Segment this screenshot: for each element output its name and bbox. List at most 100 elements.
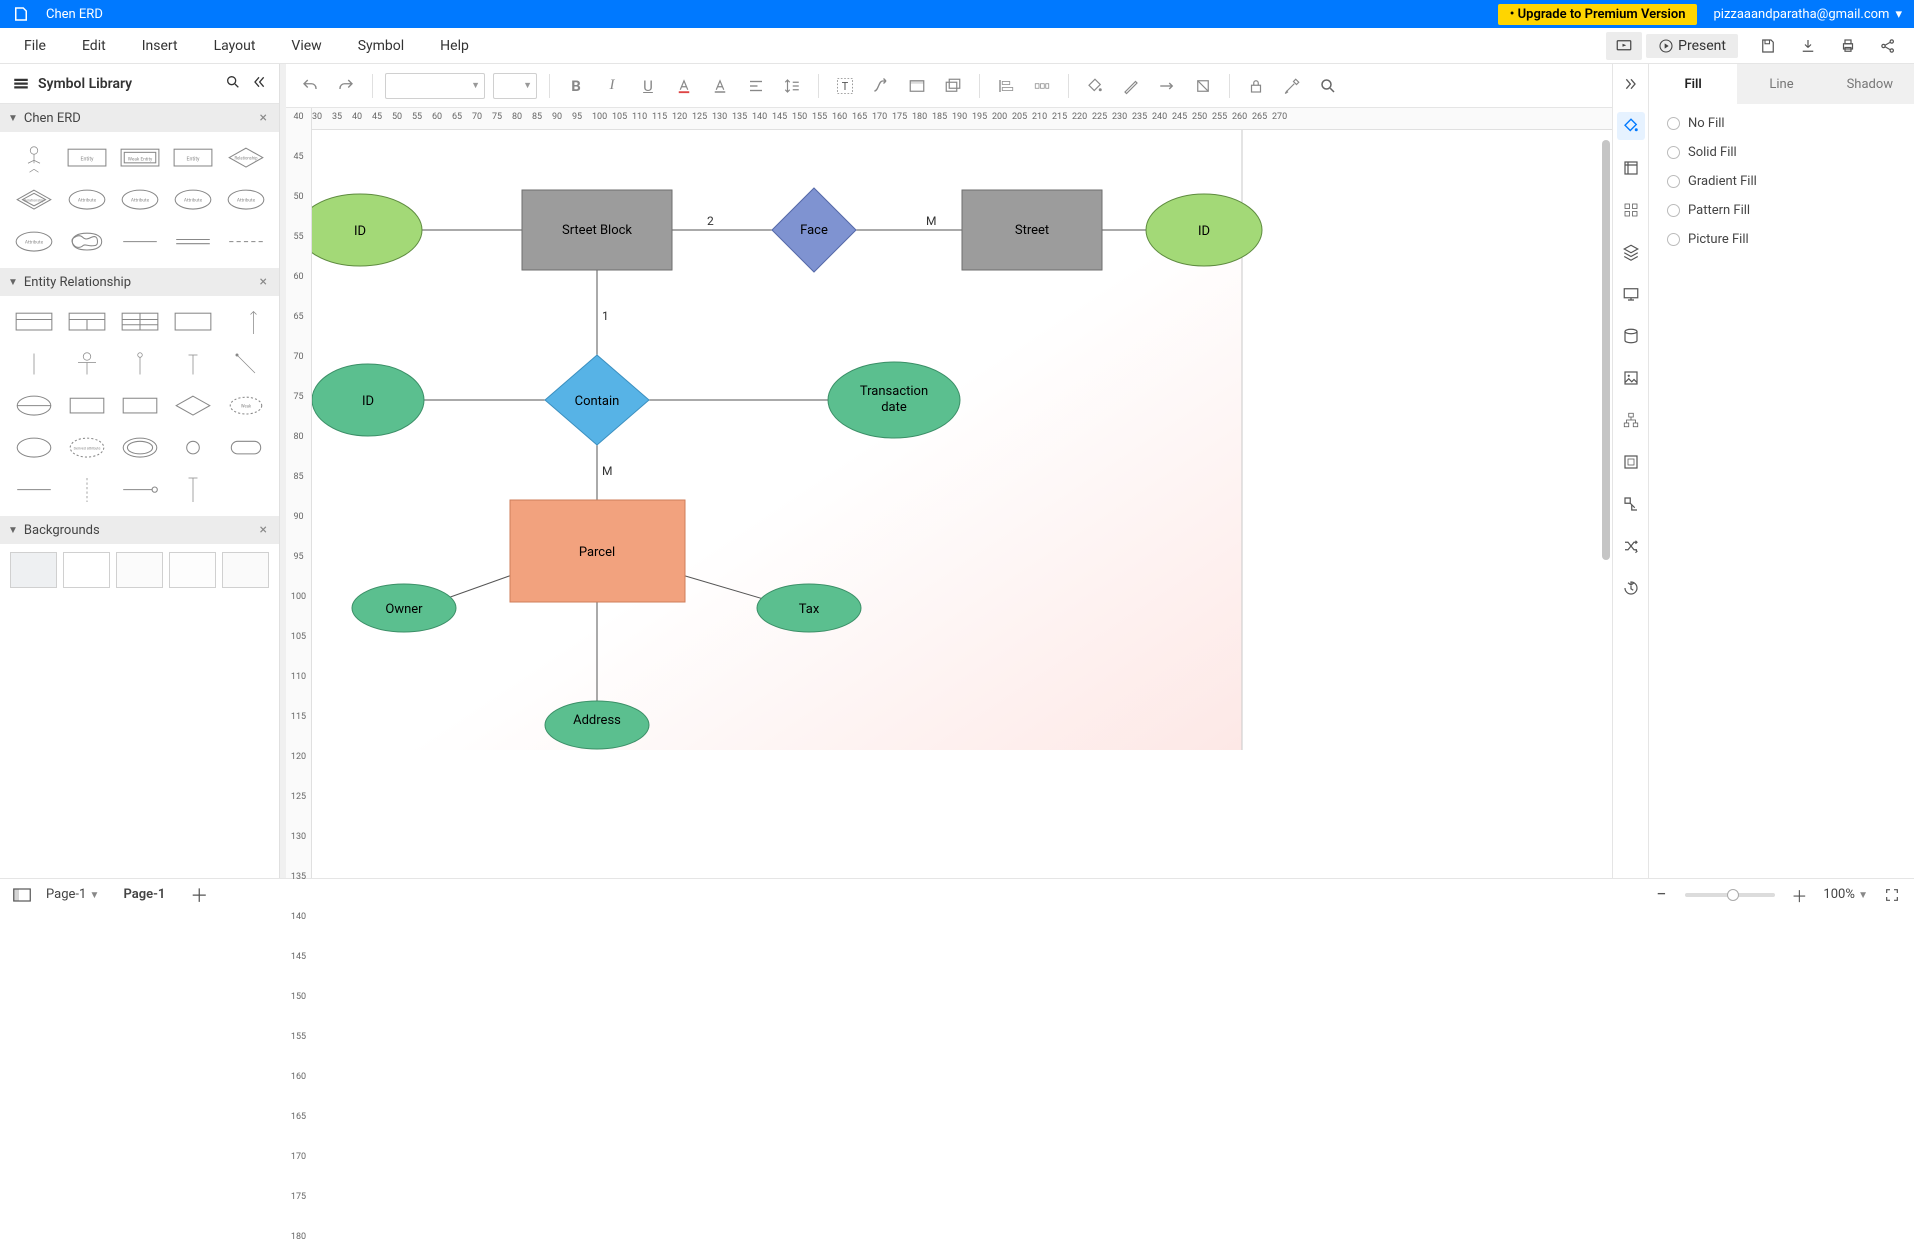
redo-button[interactable] (332, 72, 360, 100)
shape-rect-2[interactable] (116, 388, 163, 424)
shape-line-h[interactable] (10, 472, 57, 508)
undo-button[interactable] (296, 72, 324, 100)
menu-symbol[interactable]: Symbol (340, 32, 422, 60)
font-color-button[interactable] (670, 72, 698, 100)
vertical-scrollbar[interactable] (1600, 130, 1612, 878)
add-page-button[interactable]: ＋ (189, 885, 209, 905)
shape-attribute-5[interactable]: Attribute (10, 224, 57, 260)
zoom-out-button[interactable]: − (1651, 885, 1671, 905)
snap-panel-icon[interactable] (1617, 490, 1645, 518)
fullscreen-button[interactable] (1882, 885, 1902, 905)
fill-color-button[interactable] (1081, 72, 1109, 100)
image-panel-icon[interactable] (1617, 364, 1645, 392)
shape-actor[interactable] (10, 140, 57, 176)
search-canvas-button[interactable] (1314, 72, 1342, 100)
shape-table-1col[interactable] (10, 304, 57, 340)
menu-edit[interactable]: Edit (64, 32, 124, 60)
shape-circle-small[interactable] (169, 430, 216, 466)
zoom-in-button[interactable]: ＋ (1789, 885, 1809, 905)
lock-button[interactable] (1242, 72, 1270, 100)
user-account-menu[interactable]: pizzaaandparatha@gmail.com ▾ (1713, 7, 1902, 22)
shape-line-v-dashed[interactable] (63, 472, 110, 508)
arrow-button[interactable] (1153, 72, 1181, 100)
shape-conn-circle-bar[interactable] (63, 346, 110, 382)
accordion-entity-relationship[interactable]: ▼ Entity Relationship × (0, 268, 279, 296)
component-panel-icon[interactable] (1617, 448, 1645, 476)
shape-cloud-dashed[interactable]: Weak (222, 388, 269, 424)
zoom-level[interactable]: 100% ▼ (1823, 887, 1868, 902)
fill-panel-icon[interactable] (1617, 112, 1645, 140)
shape-double-line[interactable] (169, 224, 216, 260)
close-icon[interactable]: × (256, 522, 271, 538)
fill-option-solid[interactable]: Solid Fill (1667, 145, 1896, 160)
shape-dashed-line[interactable] (222, 224, 269, 260)
accordion-chen-erd[interactable]: ▼ Chen ERD × (0, 104, 279, 132)
background-swatch-1[interactable] (10, 552, 57, 588)
line-spacing-button[interactable] (778, 72, 806, 100)
data-panel-icon[interactable] (1617, 322, 1645, 350)
layers-panel-icon[interactable] (1617, 238, 1645, 266)
font-size-select[interactable]: ▼ (493, 73, 537, 99)
shape-conn-plain[interactable] (10, 346, 57, 382)
shape-ellipse-dashed[interactable]: Derived attribute (63, 430, 110, 466)
shape-rect[interactable] (63, 388, 110, 424)
page-layout-icon[interactable] (12, 885, 32, 905)
line-color-button[interactable] (1117, 72, 1145, 100)
save-button[interactable] (1754, 32, 1782, 60)
crop-button[interactable] (1189, 72, 1217, 100)
shape-ellipse-split[interactable] (10, 388, 57, 424)
shape-conn-diag[interactable] (222, 346, 269, 382)
fill-option-gradient[interactable]: Gradient Fill (1667, 174, 1896, 189)
shape-line-dot-end[interactable] (116, 472, 163, 508)
page-dropdown[interactable]: Page-1 ▼ (46, 887, 99, 902)
tab-line[interactable]: Line (1737, 64, 1825, 104)
highlight-button[interactable] (706, 72, 734, 100)
text-tool-button[interactable]: T (831, 72, 859, 100)
upgrade-button[interactable]: • Upgrade to Premium Version (1498, 4, 1698, 25)
shape-ellipse[interactable] (10, 430, 57, 466)
tab-fill[interactable]: Fill (1649, 64, 1737, 104)
background-swatch-3[interactable] (116, 552, 163, 588)
drawing-canvas[interactable]: 2 M 1 M (312, 130, 1612, 878)
menu-layout[interactable]: Layout (196, 32, 274, 60)
shape-ellipse-double[interactable] (116, 430, 163, 466)
background-swatch-5[interactable] (222, 552, 269, 588)
distribute-button[interactable] (1028, 72, 1056, 100)
shape-attribute-2[interactable]: Attribute (116, 182, 163, 218)
expand-panel-icon[interactable] (1617, 70, 1645, 98)
shape-table-plain[interactable] (169, 304, 216, 340)
shape-multi-attribute[interactable] (63, 224, 110, 260)
download-button[interactable] (1794, 32, 1822, 60)
history-panel-icon[interactable] (1617, 574, 1645, 602)
page-tab[interactable]: Page-1 (113, 883, 175, 906)
tree-panel-icon[interactable] (1617, 406, 1645, 434)
shape-line[interactable] (116, 224, 163, 260)
shape-weak-relationship[interactable]: Relationship (10, 182, 57, 218)
shape-pill[interactable] (222, 430, 269, 466)
close-icon[interactable]: × (256, 274, 271, 290)
shape-entity[interactable]: Entity (63, 140, 110, 176)
shape-entity-2[interactable]: Entity (169, 140, 216, 176)
present-button[interactable]: Present (1646, 34, 1738, 58)
properties-panel-icon[interactable] (1617, 154, 1645, 182)
fill-option-no-fill[interactable]: No Fill (1667, 116, 1896, 131)
accordion-backgrounds[interactable]: ▼ Backgrounds × (0, 516, 279, 544)
container-button[interactable] (903, 72, 931, 100)
shape-conn-arrow-up[interactable] (222, 304, 269, 340)
search-library-icon[interactable] (225, 74, 241, 94)
shape-relationship[interactable]: Relationship (222, 140, 269, 176)
menu-help[interactable]: Help (422, 32, 487, 60)
close-icon[interactable]: × (256, 110, 271, 126)
shape-attribute-3[interactable]: Attribute (169, 182, 216, 218)
collapse-panel-icon[interactable] (251, 74, 267, 94)
connector-button[interactable] (867, 72, 895, 100)
grid-panel-icon[interactable] (1617, 196, 1645, 224)
shuffle-panel-icon[interactable] (1617, 532, 1645, 560)
italic-button[interactable]: I (598, 72, 626, 100)
shape-table-grid[interactable] (116, 304, 163, 340)
bold-button[interactable]: B (562, 72, 590, 100)
zoom-slider[interactable] (1685, 893, 1775, 897)
tools-button[interactable] (1278, 72, 1306, 100)
share-button[interactable] (1874, 32, 1902, 60)
tab-shadow[interactable]: Shadow (1826, 64, 1914, 104)
